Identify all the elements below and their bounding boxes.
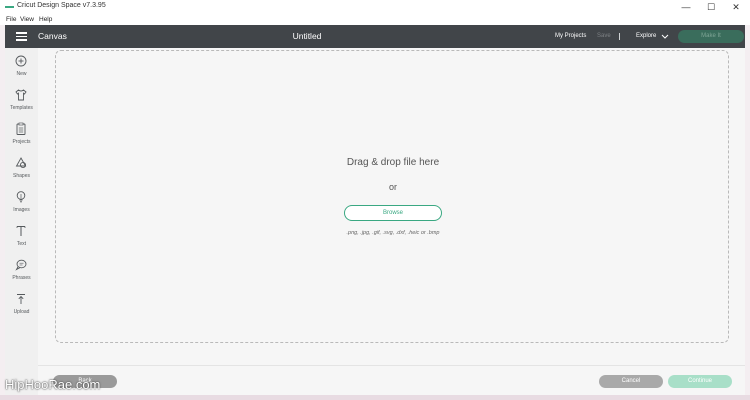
left-toolbar: New Templates Projects Shapes Images Tex…: [5, 48, 38, 395]
supported-formats: .png, .jpg, .gif, .svg, .dxf, .heic or .…: [346, 230, 440, 236]
sidebar-item-images[interactable]: Images: [5, 190, 38, 224]
minimize-button[interactable]: —: [674, 1, 698, 14]
watermark: HipHooRae.com: [5, 377, 101, 392]
text-icon: [16, 226, 26, 236]
continue-button[interactable]: Continue: [668, 375, 732, 388]
sidebar-item-phrases[interactable]: Phrases: [5, 258, 38, 292]
my-projects-link[interactable]: My Projects: [555, 33, 586, 39]
menu-view[interactable]: View: [20, 16, 34, 23]
window-title-bar: Cricut Design Space v7.3.95 — ☐ ✕: [0, 0, 750, 15]
window-title: Cricut Design Space v7.3.95: [17, 2, 106, 9]
sidebar-item-new[interactable]: New: [5, 54, 38, 88]
sidebar-item-projects[interactable]: Projects: [5, 122, 38, 156]
sidebar-item-label: Phrases: [12, 275, 31, 281]
sidebar-item-label: Templates: [10, 105, 33, 111]
speech-bubble-icon: [15, 259, 27, 271]
menu-bar: File View Help: [0, 15, 750, 25]
window-frame-bottom: [0, 395, 750, 400]
sidebar-item-label: New: [16, 71, 27, 77]
shirt-icon: [15, 89, 27, 101]
close-button[interactable]: ✕: [724, 1, 748, 14]
app-logo-icon: [5, 6, 14, 8]
drag-drop-text: Drag & drop file here: [346, 157, 440, 168]
save-link[interactable]: Save: [597, 33, 611, 39]
sidebar-item-templates[interactable]: Templates: [5, 88, 38, 122]
browse-button[interactable]: Browse: [344, 205, 442, 221]
lightbulb-icon: [16, 191, 26, 203]
document-title[interactable]: Untitled: [275, 31, 339, 41]
section-title: Canvas: [38, 31, 67, 41]
app-header: Canvas Untitled My Projects Save Explore…: [5, 25, 745, 48]
sidebar-item-label: Shapes: [13, 173, 30, 179]
make-it-button[interactable]: Make It: [678, 30, 744, 43]
clipboard-icon: [16, 122, 26, 135]
hamburger-icon[interactable]: [16, 32, 27, 41]
header-divider: [619, 33, 620, 40]
menu-help[interactable]: Help: [39, 16, 52, 23]
or-text: or: [388, 182, 397, 192]
cancel-button[interactable]: Cancel: [599, 375, 663, 388]
sidebar-item-label: Projects: [12, 139, 31, 145]
plus-circle-icon: [15, 55, 27, 67]
sidebar-item-shapes[interactable]: Shapes: [5, 156, 38, 190]
window-frame-right: [745, 25, 750, 395]
sidebar-item-text[interactable]: Text: [5, 224, 38, 258]
footer-divider: [38, 365, 745, 366]
chevron-down-icon[interactable]: [661, 32, 669, 40]
menu-file[interactable]: File: [6, 16, 16, 23]
maximize-button[interactable]: ☐: [699, 1, 723, 14]
drop-zone[interactable]: Drag & drop file here or Browse .png, .j…: [55, 50, 729, 343]
upload-icon: [17, 294, 25, 304]
shapes-icon: [15, 157, 27, 169]
sidebar-item-upload[interactable]: Upload: [5, 292, 38, 326]
explore-dropdown[interactable]: Explore: [636, 33, 656, 39]
sidebar-item-label: Upload: [13, 309, 30, 315]
sidebar-item-label: Images: [13, 207, 30, 213]
sidebar-item-label: Text: [16, 241, 27, 247]
upload-panel: Drag & drop file here or Browse .png, .j…: [38, 48, 745, 395]
